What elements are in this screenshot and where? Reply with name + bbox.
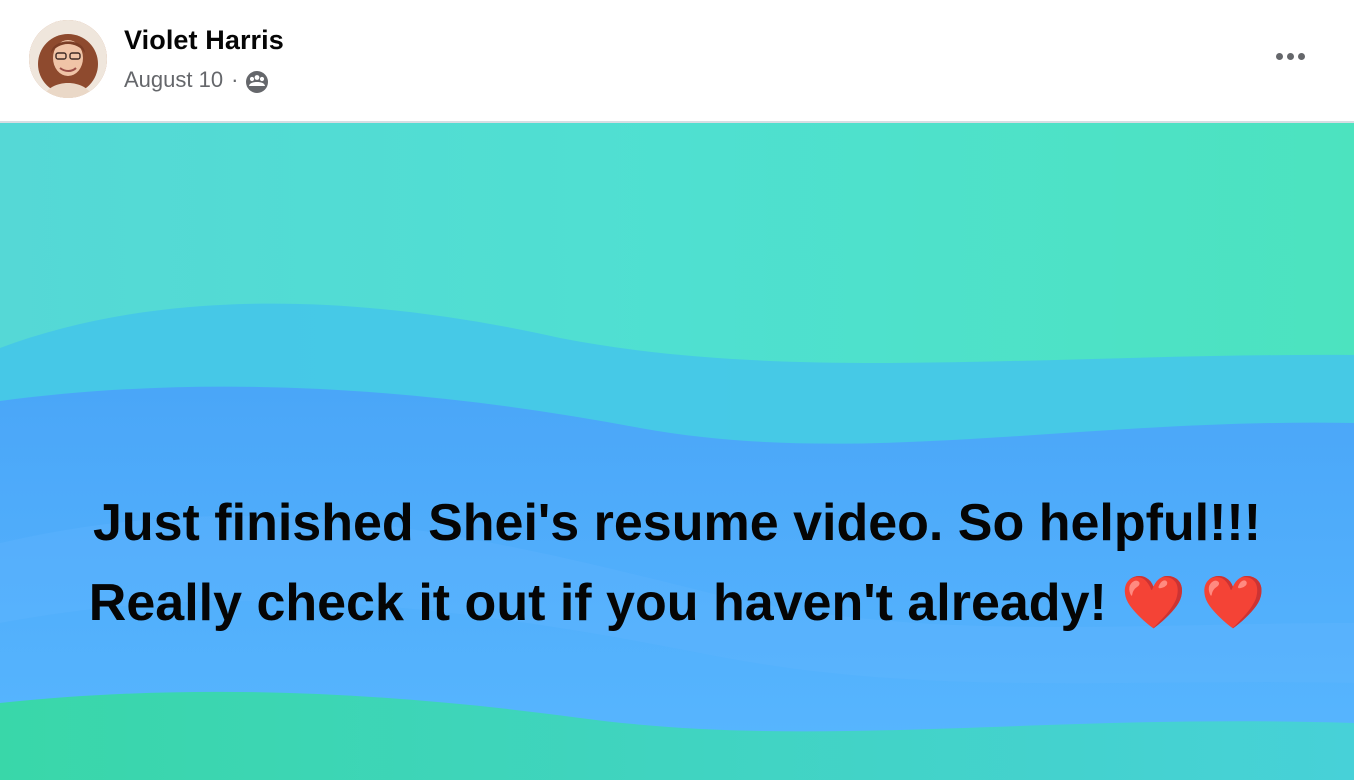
avatar-photo xyxy=(29,20,107,98)
post-background: Just finished Shei's resume video. So he… xyxy=(0,123,1354,780)
more-options-icon xyxy=(1297,52,1305,60)
meta-separator: · xyxy=(231,67,239,92)
gradient-wave-background xyxy=(0,123,1354,780)
post-header: Violet Harris August 10 · xyxy=(0,0,1354,122)
group-audience-icon[interactable] xyxy=(244,69,270,95)
more-options-button[interactable] xyxy=(1264,36,1316,76)
post-date[interactable]: August 10 xyxy=(124,67,223,93)
post-text: Just finished Shei's resume video. So he… xyxy=(88,494,1266,632)
more-options-icon xyxy=(1275,52,1283,60)
avatar[interactable] xyxy=(29,20,107,98)
author-name[interactable]: Violet Harris xyxy=(124,25,284,56)
more-options-icon xyxy=(1286,52,1294,60)
post-meta: August 10 · xyxy=(124,66,270,94)
